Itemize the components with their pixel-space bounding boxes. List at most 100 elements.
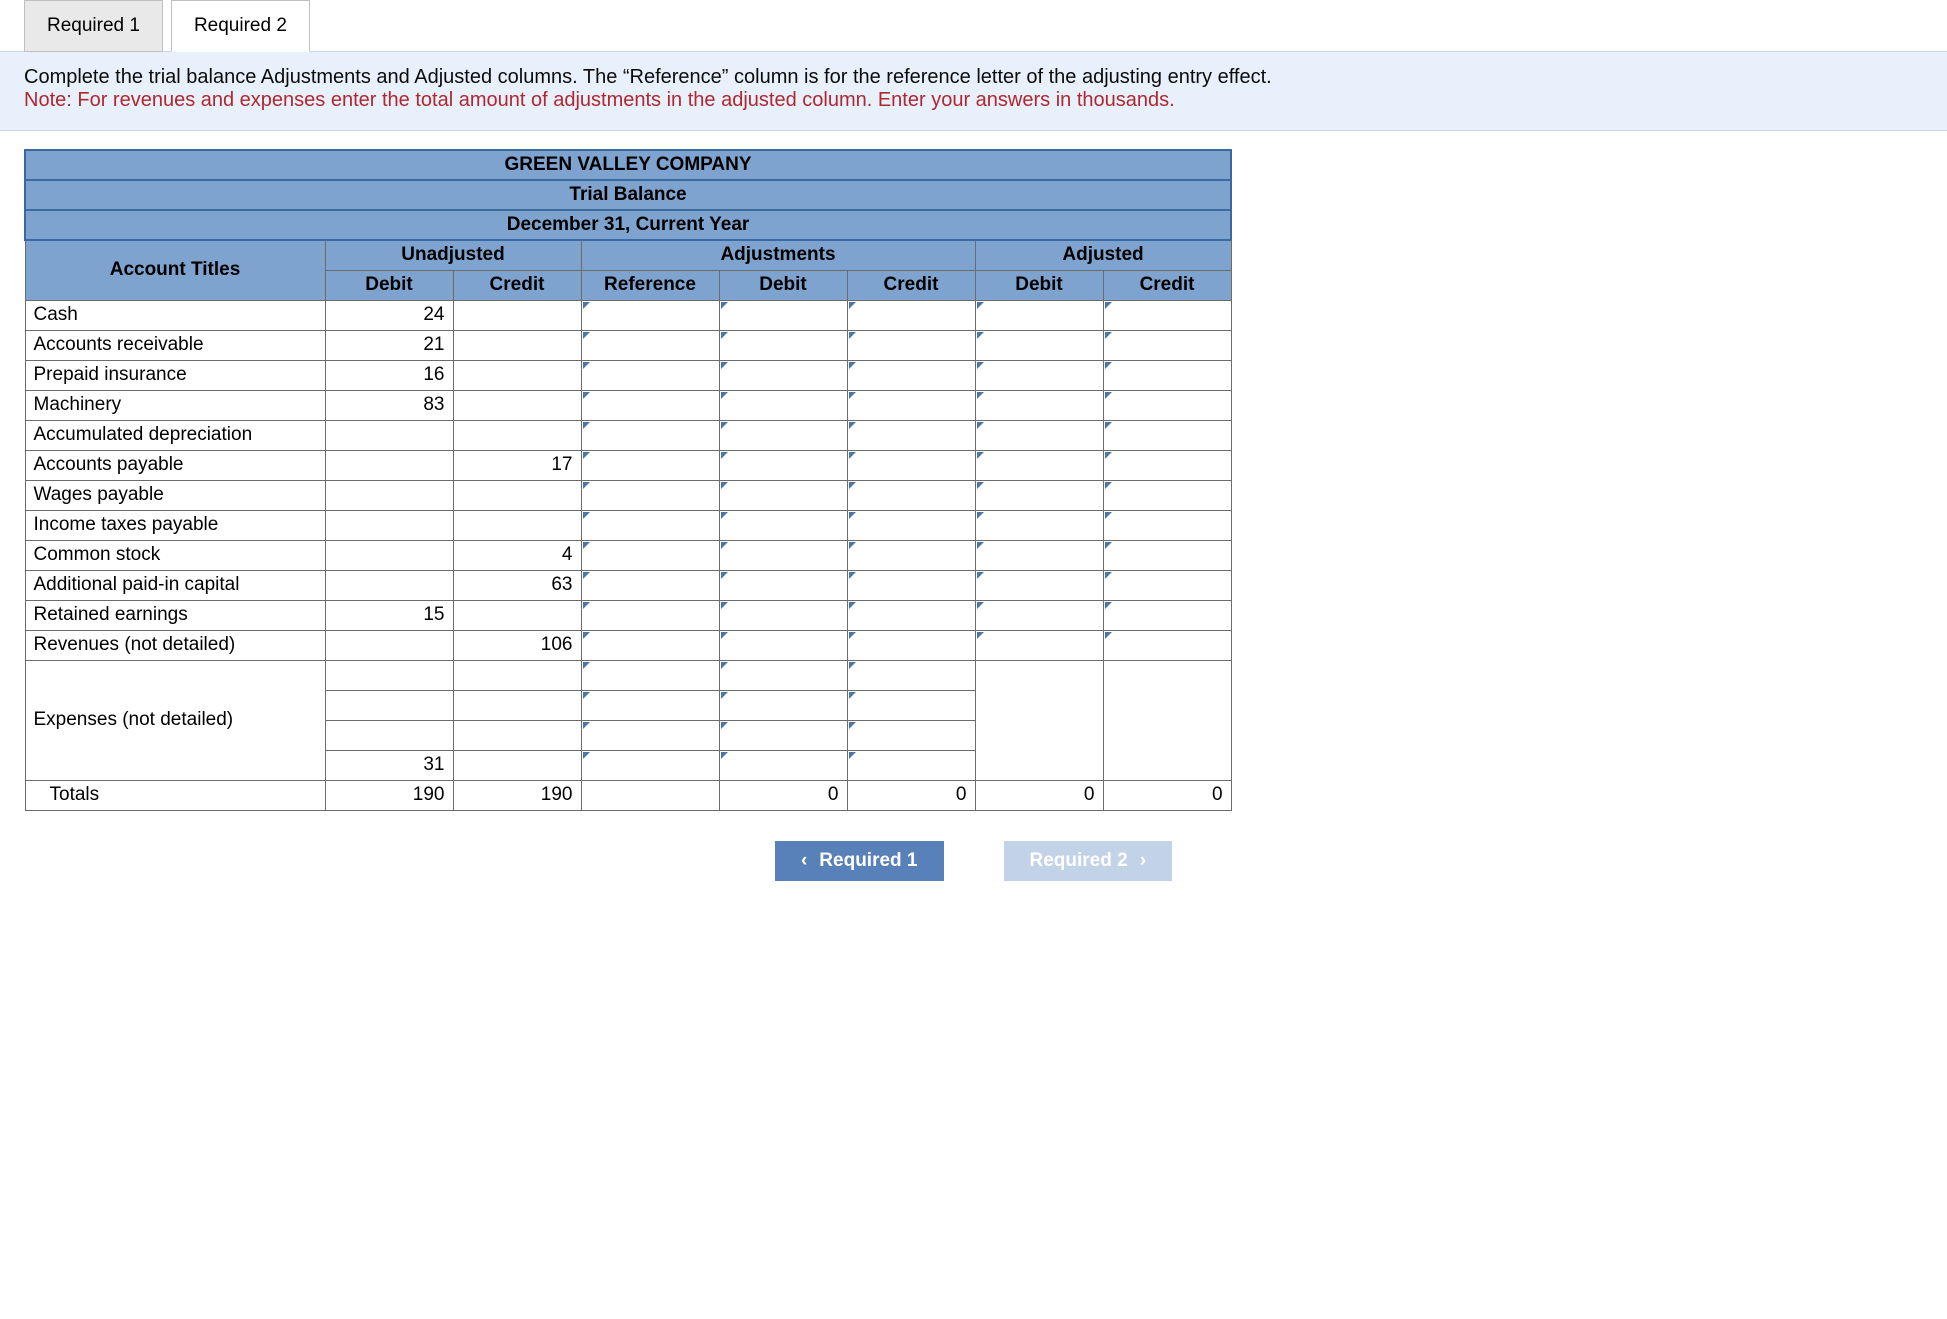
cell-unadj-credit	[453, 390, 581, 420]
cell-adj-debit-input[interactable]	[719, 660, 847, 690]
cell-adjusted-debit-input[interactable]	[975, 420, 1103, 450]
cell-adj-debit-input[interactable]	[719, 570, 847, 600]
cell-adj-debit-input[interactable]	[719, 450, 847, 480]
cell-adjusted-credit-input[interactable]	[1103, 480, 1231, 510]
row-title: Accounts receivable	[25, 330, 325, 360]
cell-unadj-debit: 15	[325, 600, 453, 630]
cell-unadj-credit	[453, 720, 581, 750]
cell-adjusted-credit-input[interactable]	[1103, 390, 1231, 420]
cell-adj-debit-input[interactable]	[719, 420, 847, 450]
cell-adj-debit-input[interactable]	[719, 510, 847, 540]
cell-adjusted-debit-input[interactable]	[975, 510, 1103, 540]
cell-adj-debit-input[interactable]	[719, 750, 847, 780]
cell-adj-debit-input[interactable]	[719, 300, 847, 330]
col-unadj-debit: Debit	[325, 270, 453, 300]
cell-reference-input[interactable]	[581, 330, 719, 360]
cell-adj-debit-input[interactable]	[719, 360, 847, 390]
cell-unadj-credit	[453, 690, 581, 720]
cell-adj-credit-input[interactable]	[847, 630, 975, 660]
cell-adj-credit-input[interactable]	[847, 570, 975, 600]
cell-adj-credit-input[interactable]	[847, 390, 975, 420]
col-unadjusted: Unadjusted	[325, 240, 581, 270]
instruction-panel: Complete the trial balance Adjustments a…	[0, 51, 1947, 131]
cell-reference-input[interactable]	[581, 630, 719, 660]
cell-adjusted-credit-input[interactable]	[1103, 330, 1231, 360]
cell-reference-input[interactable]	[581, 570, 719, 600]
cell-adj-credit-input[interactable]	[847, 420, 975, 450]
col-adjustments: Adjustments	[581, 240, 975, 270]
cell-unadj-debit	[325, 690, 453, 720]
cell-adj-credit-input[interactable]	[847, 750, 975, 780]
cell-adj-credit-input[interactable]	[847, 540, 975, 570]
next-button-label: Required 2	[1030, 850, 1128, 872]
cell-adj-credit-input[interactable]	[847, 510, 975, 540]
cell-adj-credit-input[interactable]	[847, 480, 975, 510]
cell-adj-debit-input[interactable]	[719, 330, 847, 360]
cell-adj-credit-input[interactable]	[847, 450, 975, 480]
totals-adj-credit: 0	[847, 780, 975, 810]
row-title: Prepaid insurance	[25, 360, 325, 390]
cell-adjusted-credit-input[interactable]	[1103, 510, 1231, 540]
cell-reference-input[interactable]	[581, 450, 719, 480]
cell-adjusted-credit-input[interactable]	[1103, 360, 1231, 390]
tab-required-1[interactable]: Required 1	[24, 0, 163, 52]
cell-adjusted-debit-input[interactable]	[975, 630, 1103, 660]
prev-button-label: Required 1	[819, 850, 917, 872]
cell-reference-input[interactable]	[581, 660, 719, 690]
cell-unadj-credit	[453, 600, 581, 630]
cell-adj-debit-input[interactable]	[719, 690, 847, 720]
cell-adj-credit-input[interactable]	[847, 720, 975, 750]
cell-adjusted-credit-input[interactable]	[1103, 600, 1231, 630]
cell-reference-input[interactable]	[581, 510, 719, 540]
cell-unadj-credit	[453, 330, 581, 360]
cell-unadj-credit	[453, 510, 581, 540]
bottom-nav: ‹ Required 1 Required 2 ›	[0, 829, 1947, 921]
cell-adjusted-credit-input[interactable]	[1103, 420, 1231, 450]
cell-adj-credit-input[interactable]	[847, 300, 975, 330]
cell-unadj-credit: 17	[453, 450, 581, 480]
cell-reference-input[interactable]	[581, 540, 719, 570]
col-adjusted-debit: Debit	[975, 270, 1103, 300]
cell-reference-input[interactable]	[581, 720, 719, 750]
prev-button[interactable]: ‹ Required 1	[775, 841, 944, 881]
cell-adj-credit-input[interactable]	[847, 600, 975, 630]
cell-adj-credit-input[interactable]	[847, 360, 975, 390]
cell-adjusted-debit-input[interactable]	[975, 480, 1103, 510]
cell-adjusted-credit-input[interactable]	[1103, 630, 1231, 660]
cell-reference-input[interactable]	[581, 360, 719, 390]
row-title: Accounts payable	[25, 450, 325, 480]
cell-adj-credit-input[interactable]	[847, 660, 975, 690]
cell-adj-debit-input[interactable]	[719, 630, 847, 660]
cell-reference-input[interactable]	[581, 390, 719, 420]
cell-adjusted-credit-input[interactable]	[1103, 450, 1231, 480]
cell-adjusted-credit-input[interactable]	[1103, 300, 1231, 330]
cell-adj-credit-input[interactable]	[847, 330, 975, 360]
cell-reference-input[interactable]	[581, 750, 719, 780]
cell-adj-debit-input[interactable]	[719, 480, 847, 510]
cell-unadj-debit	[325, 480, 453, 510]
cell-adj-credit-input[interactable]	[847, 690, 975, 720]
cell-adjusted-debit-input[interactable]	[975, 300, 1103, 330]
tab-required-2[interactable]: Required 2	[171, 0, 310, 52]
next-button[interactable]: Required 2 ›	[1004, 841, 1173, 881]
cell-adjusted-credit-input[interactable]	[1103, 540, 1231, 570]
cell-unadj-credit	[453, 420, 581, 450]
cell-adjusted-debit-input[interactable]	[975, 360, 1103, 390]
cell-adj-debit-input[interactable]	[719, 720, 847, 750]
cell-adjusted-debit-input[interactable]	[975, 390, 1103, 420]
cell-adj-debit-input[interactable]	[719, 600, 847, 630]
cell-adjusted-debit-input[interactable]	[975, 540, 1103, 570]
cell-reference-input[interactable]	[581, 300, 719, 330]
cell-adjusted-debit-input[interactable]	[975, 450, 1103, 480]
cell-reference-input[interactable]	[581, 480, 719, 510]
cell-reference-input[interactable]	[581, 690, 719, 720]
cell-adjusted-debit-input[interactable]	[975, 570, 1103, 600]
cell-adj-debit-input[interactable]	[719, 540, 847, 570]
cell-reference-input[interactable]	[581, 600, 719, 630]
cell-adj-debit-input[interactable]	[719, 390, 847, 420]
cell-adjusted-credit-input[interactable]	[1103, 570, 1231, 600]
cell-adjusted-debit-input[interactable]	[975, 600, 1103, 630]
cell-reference-input[interactable]	[581, 420, 719, 450]
cell-adjusted-debit-input[interactable]	[975, 330, 1103, 360]
tab-bar: Required 1 Required 2	[0, 0, 1947, 52]
